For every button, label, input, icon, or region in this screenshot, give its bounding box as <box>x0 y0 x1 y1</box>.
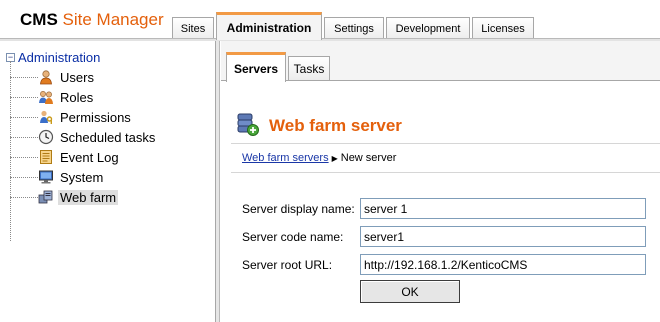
breadcrumb-current: New server <box>340 152 397 164</box>
form-row-root-url: Server root URL: <box>242 254 362 276</box>
header: CMS Site Manager Sites Administration Se… <box>0 0 660 40</box>
tree-item-label: Users <box>60 69 94 85</box>
server-display-name-input[interactable] <box>360 198 646 219</box>
root-url-label: Server root URL: <box>242 258 333 272</box>
server-code-name-input[interactable] <box>360 226 646 247</box>
breadcrumb-link-web-farm-servers[interactable]: Web farm servers <box>242 152 329 164</box>
tab-servers[interactable]: Servers <box>226 52 286 82</box>
page-title: Web farm server <box>269 115 402 135</box>
tree-item-label: Web farm <box>58 189 119 205</box>
breadcrumb-arrow-icon: ▶ <box>331 153 338 163</box>
tab-sites[interactable]: Sites <box>172 17 214 39</box>
computer-icon <box>38 169 54 185</box>
tree-item-roles[interactable]: Roles <box>10 88 95 106</box>
logo-cms: CMS <box>20 10 58 29</box>
tab-licenses[interactable]: Licenses <box>472 17 534 39</box>
tree-item-scheduled-tasks[interactable]: Scheduled tasks <box>10 128 157 146</box>
display-name-label: Server display name: <box>242 202 355 216</box>
breadcrumb: Web farm servers ▶ New server <box>231 143 660 173</box>
tree-item-users[interactable]: Users <box>10 68 96 86</box>
admin-tree-panel: − Administration Users Roles Permissions… <box>0 41 216 322</box>
user-icon <box>38 69 54 85</box>
tree-item-label: System <box>60 169 104 185</box>
tab-settings[interactable]: Settings <box>324 17 384 39</box>
clock-icon <box>38 129 54 145</box>
logo-site-manager: Site Manager <box>62 10 164 29</box>
tab-tasks[interactable]: Tasks <box>288 56 330 80</box>
tree-item-web-farm[interactable]: Web farm <box>10 188 119 206</box>
web-farm-server-icon <box>235 111 261 140</box>
sub-tabs-bar: Servers Tasks <box>221 41 660 82</box>
tree-item-permissions[interactable]: Permissions <box>10 108 133 126</box>
tree-item-label: Permissions <box>60 109 131 125</box>
tree-item-event-log[interactable]: Event Log <box>10 148 121 166</box>
web-farm-icon <box>38 189 54 205</box>
tree-item-label: Roles <box>60 89 94 105</box>
permissions-icon <box>38 109 54 125</box>
code-name-label: Server code name: <box>242 230 344 244</box>
ok-button[interactable]: OK <box>360 280 460 303</box>
tab-administration[interactable]: Administration <box>216 12 322 40</box>
page-header: Web farm server <box>235 111 402 140</box>
form-row-display-name: Server display name: <box>242 198 362 220</box>
tree-item-label: Scheduled tasks <box>60 129 156 145</box>
tree-item-system[interactable]: System <box>10 168 105 186</box>
event-log-icon <box>38 149 54 165</box>
panel-splitter[interactable] <box>216 41 220 322</box>
form-row-code-name: Server code name: <box>242 226 362 248</box>
tree-item-label: Event Log <box>60 149 119 165</box>
app-logo: CMS Site Manager <box>20 10 164 30</box>
tab-development[interactable]: Development <box>386 17 470 39</box>
roles-icon <box>38 89 54 105</box>
server-root-url-input[interactable] <box>360 254 646 275</box>
